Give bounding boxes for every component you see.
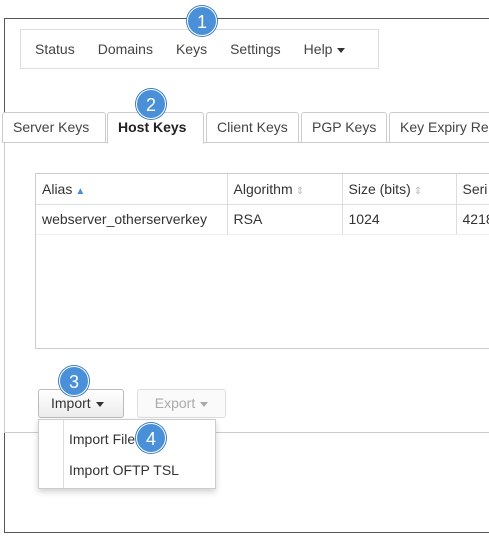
nav-domains[interactable]: Domains (98, 41, 153, 57)
callout-badge-1: 1 (187, 6, 217, 36)
column-header-label: Seri (462, 180, 488, 197)
column-header-size[interactable]: Size (bits) ⇕ (342, 174, 457, 205)
tab-server-keys[interactable]: Server Keys (2, 112, 106, 143)
callout-badge-2: 2 (136, 89, 166, 119)
chevron-down-icon (95, 401, 104, 407)
cell-serial: 4218 (456, 204, 489, 235)
column-header-serial[interactable]: Seri (456, 174, 489, 205)
export-button[interactable]: Export (137, 389, 226, 418)
nav-status[interactable]: Status (35, 41, 75, 57)
nav-help-label: Help (303, 41, 333, 57)
sort-icon: ⇕ (295, 185, 305, 197)
column-header-label: Size (bits) (348, 180, 411, 197)
tab-key-expiry[interactable]: Key Expiry Re (389, 112, 489, 143)
nav-help[interactable]: Help (304, 41, 346, 57)
cell-alias: webserver_otherserverkey (36, 204, 228, 235)
menu-item-import-oftp-tsl[interactable]: Import OFTP TSL (69, 459, 179, 481)
column-header-label: Algorithm (233, 180, 293, 197)
menu-item-import-file[interactable]: Import File (69, 428, 135, 450)
import-dropdown-menu: Import File Import OFTP TSL (38, 419, 216, 489)
sort-icon: ⇕ (413, 185, 423, 197)
host-keys-table: Alias ▲ Algorithm ⇕ Size (bits) ⇕ Seri webs… (35, 173, 489, 349)
callout-badge-4: 4 (136, 423, 166, 453)
table-header-row: Alias ▲ Algorithm ⇕ Size (bits) ⇕ Seri (36, 174, 489, 205)
column-header-algorithm[interactable]: Algorithm ⇕ (227, 174, 343, 205)
nav-keys[interactable]: Keys (176, 41, 207, 57)
column-header-label: Alias (42, 180, 73, 197)
import-button-label: Import (51, 395, 91, 411)
tab-pgp-keys[interactable]: PGP Keys (301, 112, 387, 143)
callout-badge-3: 3 (59, 366, 89, 396)
export-button-label: Export (154, 395, 196, 411)
table-row[interactable]: webserver_otherserverkey RSA 1024 4218 (36, 204, 489, 235)
chevron-down-icon (337, 47, 346, 53)
cell-size: 1024 (342, 204, 457, 235)
nav-settings[interactable]: Settings (230, 41, 281, 57)
menu-divider (63, 420, 64, 488)
column-header-alias[interactable]: Alias ▲ (36, 174, 228, 205)
cell-algorithm: RSA (227, 204, 343, 235)
key-tabs: Server Keys Host Keys Client Keys PGP Ke… (2, 112, 489, 144)
sort-ascending-icon: ▲ (75, 185, 86, 197)
tab-client-keys[interactable]: Client Keys (206, 112, 299, 143)
chevron-down-icon (200, 401, 209, 407)
